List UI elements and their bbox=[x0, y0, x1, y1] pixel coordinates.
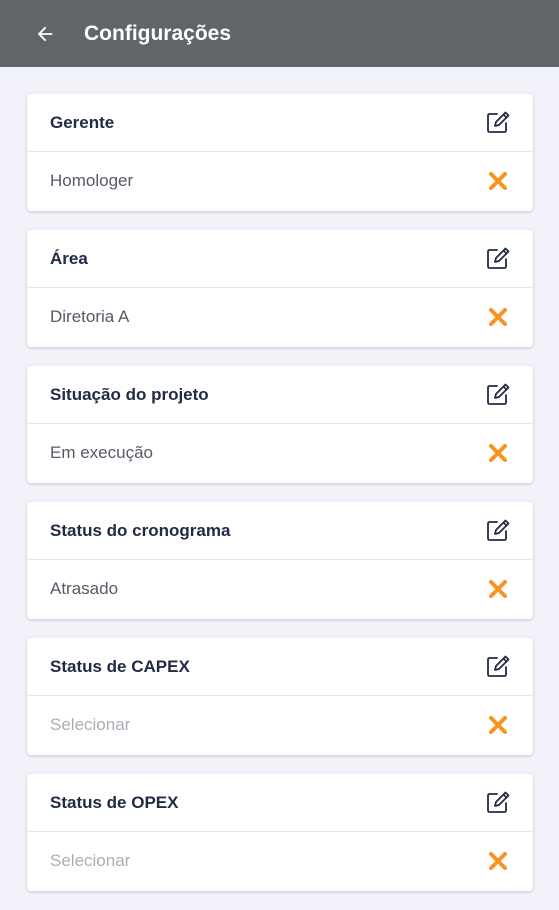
settings-list: Gerente Homologer Área Diretoria A Situa… bbox=[27, 94, 533, 910]
setting-value-row[interactable]: Selecionar bbox=[27, 832, 533, 890]
setting-label: Status de OPEX bbox=[50, 792, 179, 812]
app-bar: Configurações bbox=[0, 0, 559, 67]
setting-value-row[interactable]: Selecionar bbox=[27, 696, 533, 754]
page-title: Configurações bbox=[84, 21, 232, 45]
setting-header: Status do cronograma bbox=[27, 502, 533, 560]
setting-value-row[interactable]: Atrasado bbox=[27, 560, 533, 618]
back-arrow-icon[interactable] bbox=[30, 19, 60, 49]
setting-header: Situação do projeto bbox=[27, 366, 533, 424]
setting-label: Gerente bbox=[50, 112, 115, 132]
clear-icon[interactable] bbox=[483, 846, 513, 876]
setting-label: Status do cronograma bbox=[50, 520, 231, 540]
setting-label: Situação do projeto bbox=[50, 384, 209, 404]
setting-value-row[interactable]: Homologer bbox=[27, 152, 533, 210]
setting-header: Área bbox=[27, 230, 533, 288]
setting-card-gerente: Gerente Homologer bbox=[27, 94, 533, 211]
clear-icon[interactable] bbox=[483, 710, 513, 740]
edit-icon[interactable] bbox=[483, 516, 513, 546]
setting-value-row[interactable]: Diretoria A bbox=[27, 288, 533, 346]
edit-icon[interactable] bbox=[483, 652, 513, 682]
clear-icon[interactable] bbox=[483, 166, 513, 196]
setting-value: Atrasado bbox=[50, 579, 119, 598]
clear-icon[interactable] bbox=[483, 302, 513, 332]
setting-card-cronograma: Status do cronograma Atrasado bbox=[27, 502, 533, 619]
clear-icon[interactable] bbox=[483, 574, 513, 604]
setting-label: Status de CAPEX bbox=[50, 656, 190, 676]
setting-header: Gerente bbox=[27, 94, 533, 152]
setting-placeholder: Selecionar bbox=[50, 851, 131, 870]
edit-icon[interactable] bbox=[483, 108, 513, 138]
setting-card-area: Área Diretoria A bbox=[27, 230, 533, 347]
setting-card-capex: Status de CAPEX Selecionar bbox=[27, 638, 533, 755]
edit-icon[interactable] bbox=[483, 380, 513, 410]
setting-value: Diretoria A bbox=[50, 307, 130, 326]
setting-header: Status de CAPEX bbox=[27, 638, 533, 696]
clear-icon[interactable] bbox=[483, 438, 513, 468]
setting-value: Em execução bbox=[50, 443, 153, 462]
edit-icon[interactable] bbox=[483, 244, 513, 274]
setting-card-situacao: Situação do projeto Em execução bbox=[27, 366, 533, 483]
setting-card-opex: Status de OPEX Selecionar bbox=[27, 774, 533, 891]
setting-header: Status de OPEX bbox=[27, 774, 533, 832]
edit-icon[interactable] bbox=[483, 788, 513, 818]
setting-value: Homologer bbox=[50, 171, 134, 190]
setting-placeholder: Selecionar bbox=[50, 715, 131, 734]
setting-label: Área bbox=[50, 248, 88, 268]
setting-value-row[interactable]: Em execução bbox=[27, 424, 533, 482]
